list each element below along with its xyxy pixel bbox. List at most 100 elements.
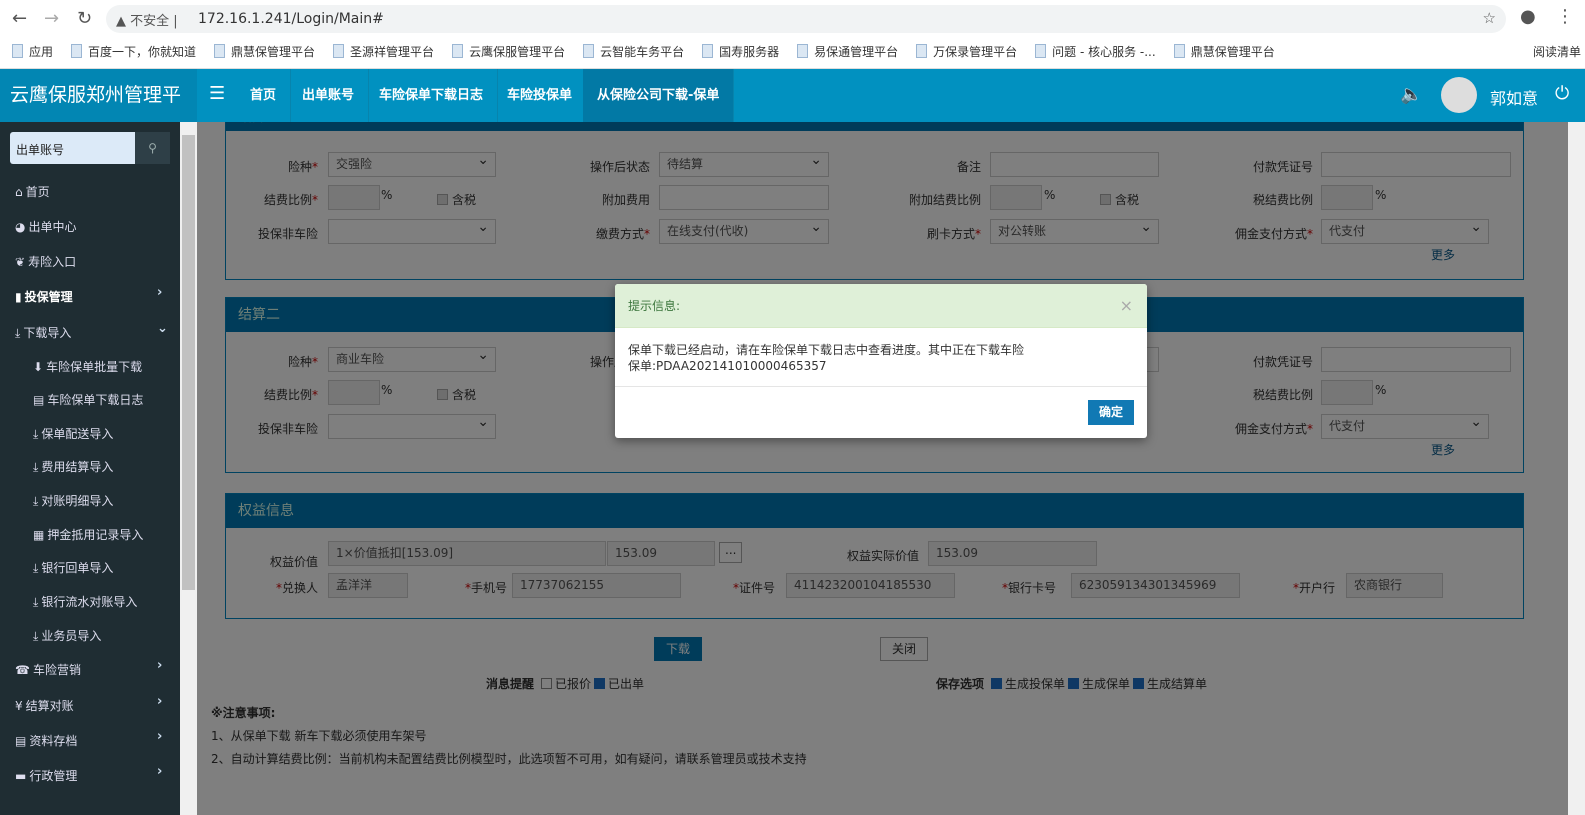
import-icon: ⤓ [33,561,39,575]
sidebar-item[interactable]: ⤓ 保单配送导入 [33,425,113,442]
sidebar-item-label: 资料存档 [29,734,78,748]
user-name[interactable]: 郭如意 [1490,85,1538,109]
nav-tab[interactable]: 车险投保单 [493,69,588,122]
bookmark-item[interactable]: 鼎慧保管理平台 [214,43,315,60]
confirm-button[interactable]: 确定 [1088,400,1134,425]
avatar[interactable] [1441,77,1477,113]
bookmark-icon [797,44,809,58]
sidebar-item-label: 车险保单批量下载 [46,360,143,374]
back-icon[interactable]: ← [12,8,27,29]
chevron-right-icon[interactable]: › [157,658,162,673]
address-bar[interactable]: ▲ 不安全 | 172.16.1.241/Login/Main# ☆ [106,5,1506,33]
main-scrollbar[interactable] [1568,122,1585,815]
search-icon[interactable]: ⚲ [135,132,170,164]
sidebar-item-label: 业务员导入 [41,629,102,643]
import-icon: ⤓ [33,460,39,474]
sidebar-item[interactable]: ◕ 出单中心 [15,218,77,235]
sidebar-item-label: 保单配送导入 [41,427,114,441]
nav-tab[interactable]: 首页 [236,69,292,122]
sidebar-search[interactable]: 出单账号 ⚲ [10,132,170,164]
sidebar-item-label: 首页 [25,185,50,199]
sidebar-item-label: 车险保单下载日志 [47,393,144,407]
bookmark-item[interactable]: 鼎慧保管理平台 [1173,43,1275,60]
bookmark-icon [333,44,345,58]
sidebar-item[interactable]: ▤ 车险保单下载日志 [33,391,143,408]
bookmark-item[interactable]: 易保通管理平台 [797,43,898,60]
search-input[interactable]: 出单账号 [16,141,64,158]
sidebar-item[interactable]: ▬ 行政管理 [15,767,77,784]
sidebar-item-label: 行政管理 [29,769,78,783]
sidebar-item[interactable]: ▦ 押金抵用记录导入 [33,526,143,543]
globe-icon: ◕ [15,220,26,234]
sidebar-item[interactable]: ⤓ 下载导入 [15,324,71,341]
modal-backdrop [197,122,1568,815]
reading-list[interactable]: 阅读清单 [1533,43,1581,60]
sidebar-item-label: 银行流水对账导入 [41,595,138,609]
nav-tab[interactable]: 从保险公司下载-保单 [583,69,735,122]
chevron-right-icon[interactable]: › [157,729,162,744]
sidebar-item[interactable]: ⤓ 银行回单导入 [33,559,113,576]
menu-icon[interactable]: ⋮ [1556,6,1574,27]
grid-icon: ▦ [33,528,45,542]
leaf-icon: ❦ [15,255,26,269]
sidebar-item[interactable]: ▮ 投保管理 [15,288,73,305]
folder-icon: ▬ [15,769,27,783]
bookmark-item[interactable]: 云智能车务平台 [583,43,684,60]
bookmarks-bar: 应用 百度一下，你就知道 鼎慧保管理平台 圣源祥管理平台 云鹰保服管理平台 云智能车务平台… [0,37,1585,65]
chevron-right-icon[interactable]: › [157,694,162,709]
insecure-label: ▲ 不安全 | [116,14,178,29]
sound-icon[interactable]: 🔈 [1400,84,1422,105]
sidebar-item[interactable]: ⤓ 银行流水对账导入 [33,593,137,610]
chevron-right-icon[interactable]: › [157,764,162,779]
sidebar-item[interactable]: ⬇ 车险保单批量下载 [33,358,142,375]
browser-chrome: ← → ↻ ▲ 不安全 | 172.16.1.241/Login/Main# ☆… [0,0,1585,69]
sidebar-item[interactable]: ¥ 结算对账 [15,697,74,714]
import-icon: ⤓ [33,494,39,508]
url-text[interactable]: 172.16.1.241/Login/Main# [198,11,384,27]
bookmark-item[interactable]: 万保录管理平台 [916,43,1017,60]
sidebar-item[interactable]: ⤓ 业务员导入 [33,627,101,644]
bookmark-label: 百度一下，你就知道 [88,44,197,59]
sidebar-item[interactable]: ⤓ 对账明细导入 [33,492,113,509]
bookmark-icon [1173,44,1185,58]
power-icon[interactable]: ⏻ [1555,83,1569,104]
bookmark-icon [214,44,226,58]
chevron-right-icon[interactable]: › [157,285,162,300]
bookmark-item[interactable]: 国寿服务器 [702,43,779,60]
bookmark-item[interactable]: 问题 - 核心服务 -... [1035,43,1156,60]
yen-icon: ¥ [15,699,23,713]
bookmark-label: 云鹰保服管理平台 [469,44,566,59]
forward-icon[interactable]: → [44,8,59,29]
sidebar-item[interactable]: ❦ 寿险入口 [15,253,76,270]
sidebar-item-label: 投保管理 [24,290,73,304]
sidebar-item[interactable]: ▤ 资料存档 [15,732,77,749]
nav-tab[interactable]: 出单账号 [288,69,370,122]
sidebar-item-label: 下载导入 [23,326,72,340]
sidebar-item-label: 寿险入口 [28,255,77,269]
close-icon[interactable]: × [1120,296,1133,315]
bookmark-item[interactable]: 应用 [12,43,53,60]
sidebar-item[interactable]: ⌂ 首页 [15,183,50,200]
bookmark-icon [702,44,714,58]
bookmark-label: 圣源祥管理平台 [350,44,435,59]
reload-icon[interactable]: ↻ [77,8,92,29]
sidebar-item-label: 对账明细导入 [41,494,114,508]
profile-icon[interactable]: ● [1520,6,1536,27]
menu-toggle-icon[interactable]: ☰ [209,83,225,104]
sidebar-scroll-thumb[interactable] [182,135,195,590]
bookmark-icon [71,44,83,58]
list-icon: ▤ [15,734,27,748]
sidebar-item[interactable]: ⤓ 费用结算导入 [33,458,113,475]
bookmark-item[interactable]: 百度一下，你就知道 [71,43,196,60]
chevron-down-icon[interactable]: ⌄ [157,321,168,336]
import-icon: ⤓ [15,326,21,340]
download-icon: ⬇ [33,360,44,374]
app-header: 云鹰保服郑州管理平台 ☰ 首页出单账号车险保单下载日志车险投保单从保险公司下载-… [0,69,1585,159]
bookmark-item[interactable]: 圣源祥管理平台 [333,43,434,60]
sidebar: 出单账号 ⚲ ⌂ 首页 ◕ 出单中心 ❦ 寿险入口 ▮ 投保管理 › ⤓ 下载导入 ⌄ ⬇ 车险保单批量下… [0,122,180,815]
sidebar-item[interactable]: ☎ 车险营销 [15,661,81,678]
bookmark-label: 易保通管理平台 [814,44,899,59]
star-icon[interactable]: ☆ [1483,9,1496,27]
bookmark-item[interactable]: 云鹰保服管理平台 [452,43,565,60]
nav-tab[interactable]: 车险保单下载日志 [365,69,499,122]
